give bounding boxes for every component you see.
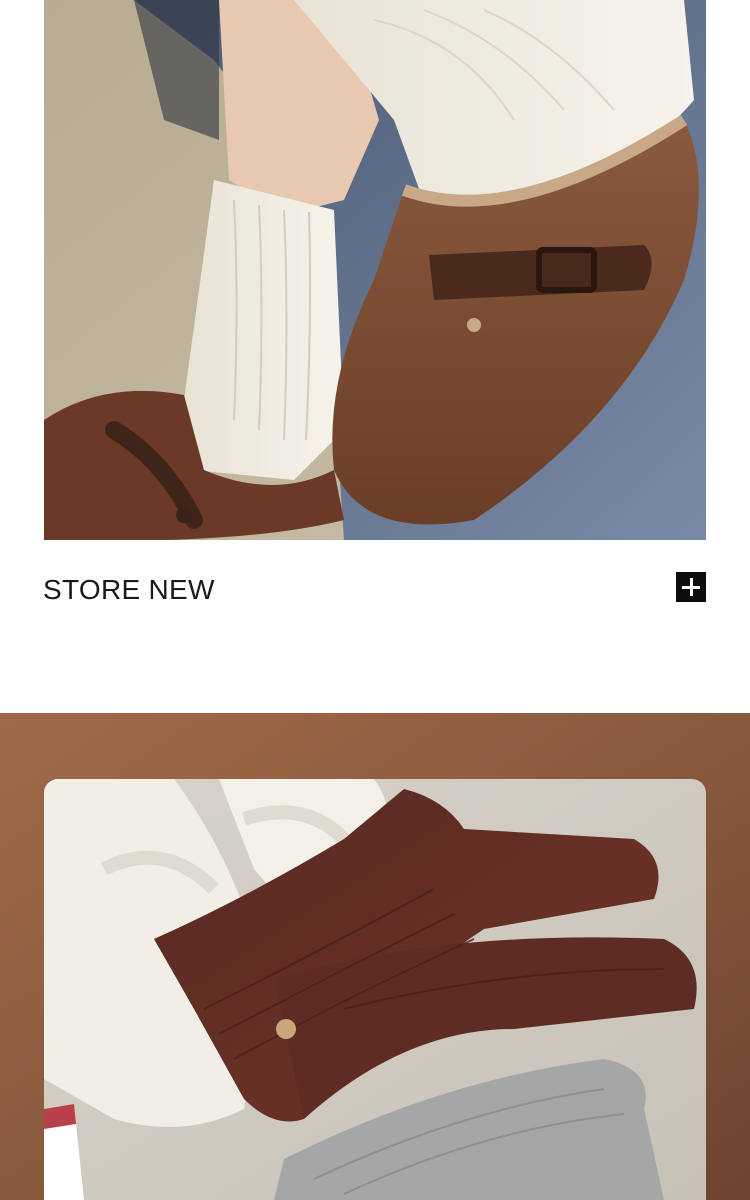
socks-illustration	[44, 779, 706, 1200]
clogs-illustration	[44, 0, 706, 540]
section-header: STORE NEW	[43, 572, 706, 608]
expand-plus-button[interactable]	[676, 572, 706, 602]
product-photo-socks	[44, 779, 706, 1200]
product-photo-clogs	[44, 0, 706, 540]
section-title: STORE NEW	[43, 574, 215, 605]
